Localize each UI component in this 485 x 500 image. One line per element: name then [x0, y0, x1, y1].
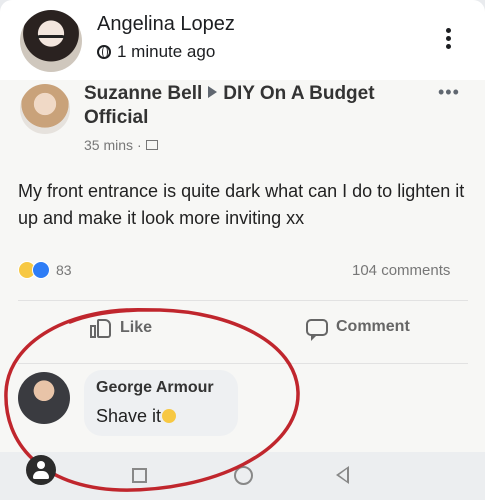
- inner-author-avatar: [20, 84, 70, 134]
- shared-screenshot: Suzanne Bell DIY On A Budget Official •••…: [0, 80, 485, 500]
- post-header: Angelina Lopez 1 minute ago: [0, 0, 485, 80]
- like-reaction-icon: [32, 261, 50, 279]
- reaction-count: 83: [56, 262, 72, 278]
- post-time[interactable]: 1 minute ago: [117, 42, 215, 62]
- inner-more-icon: •••: [438, 82, 460, 102]
- more-vertical-icon[interactable]: [438, 26, 458, 56]
- comment-label: Comment: [336, 318, 410, 335]
- comments-count: 104 comments: [352, 262, 451, 279]
- globe-icon: [97, 45, 111, 59]
- inner-post-time: 35 mins ·: [84, 137, 158, 153]
- inner-post-text: My front entrance is quite dark what can…: [18, 181, 465, 228]
- author-avatar[interactable]: [20, 10, 82, 72]
- arrow-right-icon: [208, 86, 218, 98]
- photo-icon: [145, 140, 158, 150]
- inner-time-text: 35 mins: [84, 137, 134, 153]
- inner-post-title: Suzanne Bell DIY On A Budget Official: [84, 82, 424, 130]
- back-icon: [336, 466, 349, 484]
- avatar-glasses: [36, 35, 66, 46]
- divider: [18, 300, 468, 301]
- inner-author-name: Suzanne Bell: [84, 83, 203, 104]
- app-frame: Angelina Lopez 1 minute ago Suzanne Bell…: [0, 0, 485, 500]
- reaction-summary: 83: [18, 261, 72, 279]
- post-meta: 1 minute ago: [97, 42, 215, 62]
- author-name[interactable]: Angelina Lopez: [97, 13, 235, 36]
- profile-avatar-icon[interactable]: [26, 455, 56, 485]
- inner-comment-action: Comment: [306, 318, 410, 341]
